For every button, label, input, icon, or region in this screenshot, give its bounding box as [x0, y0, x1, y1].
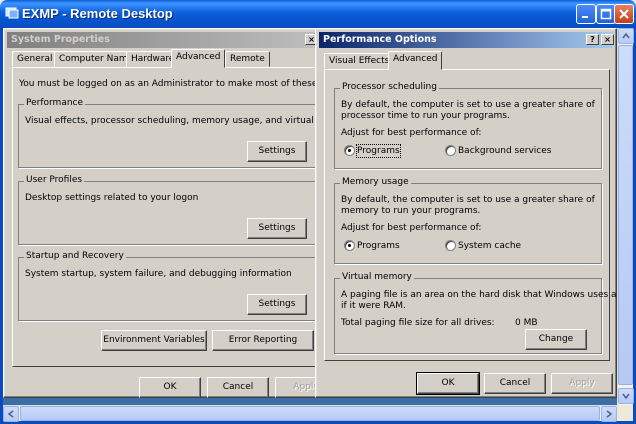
user-profiles-group-label: User Profiles	[24, 175, 85, 185]
remote-desktop-area[interactable]: System Properties × General Computer Nam…	[3, 28, 633, 405]
system-properties-title: System Properties	[11, 34, 110, 45]
memory-usage-label: Memory usage	[340, 177, 411, 187]
processor-background-radio[interactable]	[445, 145, 456, 156]
remote-desktop-title: EXMP - Remote Desktop	[22, 6, 173, 21]
scroll-left-icon	[7, 410, 14, 418]
help-icon: ?	[590, 35, 595, 44]
tab-remote[interactable]: Remote	[225, 51, 270, 67]
system-properties-titlebar[interactable]: System Properties ×	[7, 32, 329, 48]
scroll-up-button[interactable]	[618, 28, 634, 44]
memory-programs-label[interactable]: Programs	[357, 240, 400, 252]
processor-scheduling-group: Processor scheduling By default, the com…	[334, 82, 602, 169]
performance-cancel-button[interactable]: Cancel	[484, 373, 546, 394]
paging-total-value: 0 MB	[515, 318, 538, 328]
processor-programs-label[interactable]: Programs	[356, 144, 401, 158]
tab-perf-advanced[interactable]: Advanced	[388, 51, 443, 70]
scroll-left-button[interactable]	[3, 406, 19, 422]
memory-cache-radio[interactable]	[445, 240, 456, 251]
performance-settings-button[interactable]: Settings	[247, 141, 307, 162]
performance-options-titlebar[interactable]: Performance Options ? ×	[319, 32, 614, 48]
minimize-button[interactable]	[576, 4, 596, 24]
admin-note: You must be logged on as an Administrato…	[19, 79, 359, 89]
performance-group-label: Performance	[24, 98, 86, 108]
error-reporting-button[interactable]: Error Reporting	[212, 330, 314, 351]
tab-general[interactable]: General	[12, 51, 58, 67]
system-properties-cancel-button[interactable]: Cancel	[207, 377, 269, 398]
paging-total-label: Total paging file size for all drives:	[341, 318, 495, 328]
close-icon	[619, 9, 629, 19]
tab-advanced[interactable]: Advanced	[171, 49, 226, 68]
virtual-memory-label: Virtual memory	[340, 272, 414, 282]
minimize-icon	[582, 16, 588, 18]
close-button[interactable]	[614, 4, 634, 24]
startup-recovery-group: Startup and Recovery System startup, sys…	[18, 251, 330, 321]
scroll-right-icon	[606, 410, 613, 418]
vertical-scroll-thumb[interactable]	[618, 45, 633, 385]
close-icon: ×	[308, 35, 315, 44]
performance-ok-button[interactable]: OK	[416, 372, 480, 395]
horizontal-scroll-thumb[interactable]	[20, 406, 600, 421]
remote-desktop-app-icon	[5, 7, 19, 19]
environment-variables-button[interactable]: Environment Variables	[101, 330, 207, 351]
performance-description: Visual effects, processor scheduling, me…	[25, 116, 355, 126]
performance-options-close-button[interactable]: ×	[601, 34, 614, 45]
processor-background-label[interactable]: Background services	[458, 145, 551, 157]
vertical-scrollbar[interactable]	[617, 28, 634, 405]
horizontal-scrollbar[interactable]	[3, 405, 617, 422]
processor-programs-radio[interactable]	[344, 145, 355, 156]
scroll-right-button[interactable]	[601, 406, 617, 422]
user-profiles-settings-button[interactable]: Settings	[247, 218, 307, 239]
performance-group: Performance Visual effects, processor sc…	[18, 98, 354, 168]
startup-recovery-description: System startup, system failure, and debu…	[25, 269, 292, 279]
scroll-down-button[interactable]	[618, 388, 634, 404]
performance-options-title: Performance Options	[323, 34, 437, 45]
user-profiles-group: User Profiles Desktop settings related t…	[18, 175, 330, 245]
processor-adjust-label: Adjust for best performance of:	[341, 128, 482, 138]
advanced-tab-panel: You must be logged on as an Administrato…	[12, 67, 358, 367]
performance-options-dialog: Performance Options ? × Visual Effects A…	[315, 28, 621, 398]
change-button[interactable]: Change	[525, 329, 587, 350]
processor-description-2: processor time to run your programs.	[341, 111, 510, 121]
maximize-button[interactable]	[596, 4, 616, 24]
perf-advanced-panel: Processor scheduling By default, the com…	[324, 69, 621, 361]
scroll-up-icon	[622, 32, 630, 39]
tab-visual-effects[interactable]: Visual Effects	[324, 53, 395, 69]
processor-scheduling-label: Processor scheduling	[340, 82, 439, 92]
help-button[interactable]: ?	[586, 34, 599, 45]
memory-programs-radio[interactable]	[344, 240, 355, 251]
memory-cache-label[interactable]: System cache	[458, 240, 521, 252]
remote-desktop-titlebar[interactable]: EXMP - Remote Desktop	[0, 0, 636, 28]
memory-description-2: memory to run your programs.	[341, 206, 481, 216]
performance-apply-button[interactable]: Apply	[551, 373, 613, 394]
close-icon: ×	[604, 35, 611, 44]
virtual-memory-description-2: if it were RAM.	[341, 301, 406, 311]
startup-recovery-group-label: Startup and Recovery	[24, 251, 126, 261]
memory-adjust-label: Adjust for best performance of:	[341, 223, 482, 233]
system-properties-ok-button[interactable]: OK	[139, 377, 201, 398]
user-profiles-description: Desktop settings related to your logon	[25, 193, 199, 203]
maximize-icon	[600, 8, 612, 20]
scroll-down-icon	[622, 393, 630, 400]
system-properties-dialog: System Properties × General Computer Nam…	[3, 28, 358, 398]
memory-usage-group: Memory usage By default, the computer is…	[334, 177, 602, 264]
virtual-memory-group: Virtual memory A paging file is an area …	[334, 272, 621, 354]
startup-recovery-settings-button[interactable]: Settings	[247, 294, 307, 315]
